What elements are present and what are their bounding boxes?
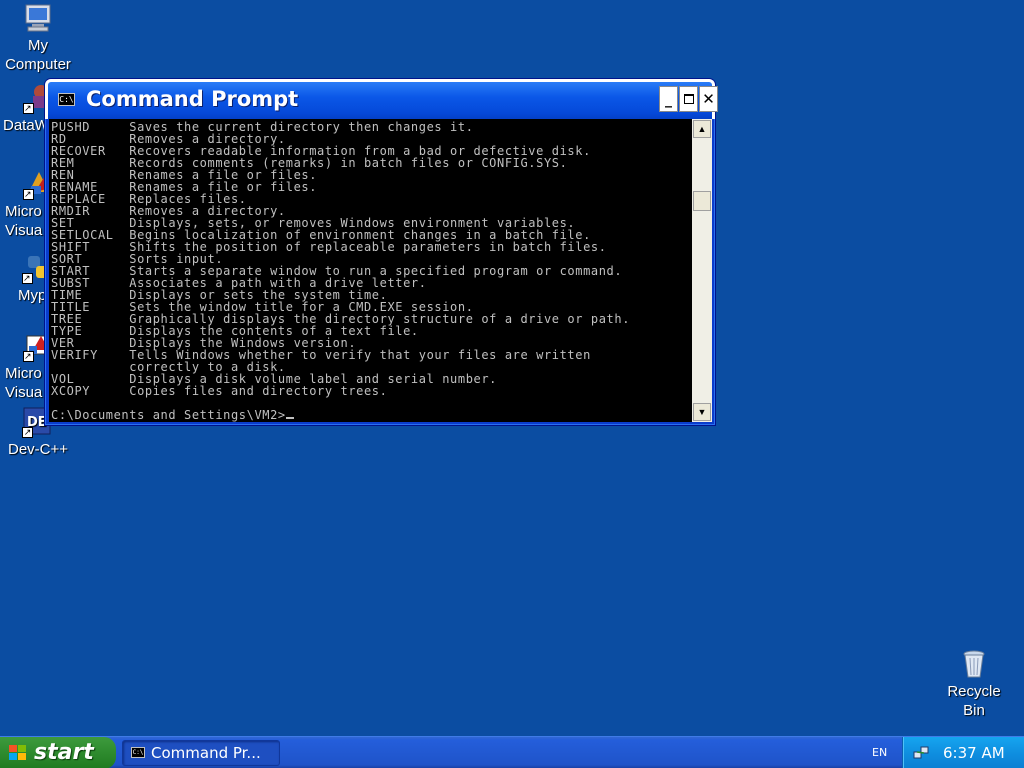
window-titlebar[interactable]: C:\ Command Prompt <box>45 79 715 119</box>
shortcut-arrow-icon: ↗ <box>23 103 34 114</box>
desktop-icon-label: Recycle <box>947 683 1001 700</box>
command-prompt-icon[interactable]: C:\ <box>58 93 75 106</box>
taskbar-button-label: Command Pr... <box>151 744 261 762</box>
system-tray: 6:37 AM <box>902 737 1024 768</box>
desktop-icon-label: Computer <box>5 56 71 73</box>
desktop-icon-label: My <box>28 37 48 54</box>
windows-logo-icon <box>9 745 27 761</box>
desktop-icon-my-computer[interactable]: My Computer <box>0 2 76 74</box>
minimize-icon: _ <box>665 92 672 108</box>
network-icon[interactable] <box>913 745 929 761</box>
my-computer-icon <box>22 2 54 34</box>
console-line: XCOPY Copies files and directory trees. <box>51 384 388 398</box>
close-icon: ✕ <box>702 90 715 108</box>
command-prompt-window[interactable]: C:\ Command Prompt _ ✕ PUSHD Saves the c… <box>44 78 718 426</box>
scroll-thumb[interactable] <box>693 191 711 211</box>
desktop-icon-recycle-bin[interactable]: Recycle Bin <box>936 648 1012 720</box>
arrow-up-icon: ▲ <box>697 124 707 134</box>
scroll-down-button[interactable]: ▼ <box>693 403 711 421</box>
console-line: C:\Documents and Settings\VM2> <box>51 408 286 422</box>
vertical-scrollbar[interactable]: ▲ ▼ <box>692 119 712 422</box>
shortcut-arrow-icon: ↗ <box>22 273 33 284</box>
arrow-down-icon: ▼ <box>697 407 707 417</box>
shortcut-arrow-icon: ↗ <box>23 189 34 200</box>
maximize-icon <box>684 94 694 104</box>
desktop-icon-label: Dev-C++ <box>7 441 69 458</box>
language-indicator[interactable]: EN <box>872 737 887 768</box>
start-label: start <box>34 740 94 765</box>
maximize-button[interactable] <box>679 86 698 112</box>
taskbar-button-command-prompt[interactable]: C:\ Command Pr... <box>122 740 280 766</box>
shortcut-arrow-icon: ↗ <box>22 427 33 438</box>
shortcut-arrow-icon: ↗ <box>23 351 34 362</box>
desktop-icon-label: Bin <box>963 702 985 719</box>
scroll-up-button[interactable]: ▲ <box>693 120 711 138</box>
recycle-bin-icon <box>958 648 990 680</box>
taskbar: start C:\ Command Pr... EN 6:37 AM <box>0 736 1024 768</box>
minimize-button[interactable]: _ <box>659 86 678 112</box>
console-text: PUSHD Saves the current directory then c… <box>49 119 692 421</box>
clock[interactable]: 6:37 AM <box>943 737 1005 768</box>
close-button[interactable]: ✕ <box>699 86 718 112</box>
text-cursor <box>285 417 294 419</box>
start-button[interactable]: start <box>0 737 116 768</box>
command-prompt-icon: C:\ <box>131 747 145 758</box>
window-title: Command Prompt <box>86 87 299 111</box>
console-output[interactable]: PUSHD Saves the current directory then c… <box>49 119 692 422</box>
